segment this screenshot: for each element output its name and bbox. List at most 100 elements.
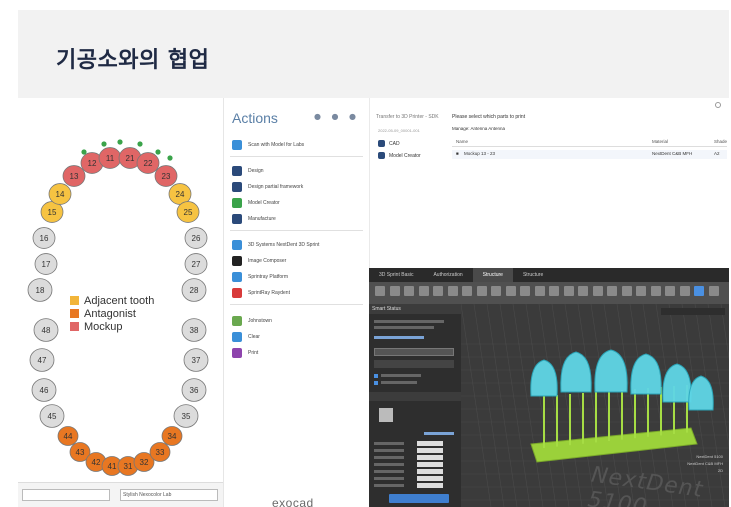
side-link-line[interactable] xyxy=(374,336,424,339)
action-item[interactable]: Model Creator xyxy=(232,196,280,210)
sprint-apply-button[interactable] xyxy=(389,494,449,503)
tooth-26[interactable]: 26 xyxy=(184,227,208,249)
row-checkbox[interactable]: ■ xyxy=(456,151,459,156)
tab-authorization[interactable]: Authorization xyxy=(423,268,472,282)
tooth-47[interactable]: 47 xyxy=(29,348,55,372)
tooth-number: 16 xyxy=(40,234,49,243)
toolbar-tool-icon[interactable] xyxy=(462,286,472,296)
tab-structure-active[interactable]: Structure xyxy=(472,268,513,282)
toolbar-tool-icon[interactable] xyxy=(549,286,559,296)
toolbar-tool-icon[interactable] xyxy=(491,286,501,296)
left-item-model-creator[interactable]: Model Creator xyxy=(378,152,421,159)
toolbar-tool-icon[interactable] xyxy=(389,286,400,296)
printer-info-name: NextDent 5100 xyxy=(696,454,723,459)
toolbar-tool-icon[interactable] xyxy=(665,286,675,296)
side-subtabs[interactable] xyxy=(369,392,461,401)
action-item[interactable]: Image Composer xyxy=(232,254,286,268)
model-creator-icon xyxy=(378,152,385,159)
side-check-label xyxy=(381,381,417,384)
tooth-28[interactable]: 28 xyxy=(181,278,207,302)
action-item[interactable]: Clear xyxy=(232,330,260,344)
tooth-48[interactable]: 48 xyxy=(33,318,59,342)
tooth-37[interactable]: 37 xyxy=(183,348,209,372)
tooth-46[interactable]: 46 xyxy=(31,378,57,402)
tooth-23[interactable]: 23 xyxy=(154,165,178,187)
tooth-35[interactable]: 35 xyxy=(173,404,199,428)
actions-toolbar-icons[interactable]: ● ● ● xyxy=(314,112,360,121)
side-thumbnail[interactable] xyxy=(379,408,393,422)
tooth-22[interactable]: 22 xyxy=(136,152,160,174)
tab-structure[interactable]: Structure xyxy=(513,268,553,282)
toolbar-tool-icon[interactable] xyxy=(505,286,516,296)
toolbar-tool-icon[interactable] xyxy=(534,286,545,296)
side-field-input[interactable] xyxy=(417,476,443,481)
side-field-input[interactable] xyxy=(417,469,443,474)
sprint-toolbar xyxy=(369,282,729,304)
tooth-17[interactable]: 17 xyxy=(34,253,58,275)
action-item[interactable]: Sprintray Platform xyxy=(232,270,288,284)
side-field-input[interactable] xyxy=(417,441,443,446)
toolbar-tool-icon[interactable] xyxy=(621,286,632,296)
dental-crown xyxy=(530,359,558,397)
side-dropdown[interactable] xyxy=(374,348,454,356)
toolbar-tool-icon[interactable] xyxy=(375,286,385,296)
tab-sprint-basic[interactable]: 3D Sprint Basic xyxy=(369,268,423,282)
toolbar-tool-icon[interactable] xyxy=(636,286,646,296)
toolbar-tool-icon[interactable] xyxy=(708,286,719,296)
tooth-14[interactable]: 14 xyxy=(48,183,72,205)
sprint-3d-viewport[interactable]: NextDent 5100 NextDent 5100 NextDent C&B… xyxy=(460,303,729,507)
action-item[interactable]: Manufacture xyxy=(232,212,276,226)
left-item-cad[interactable]: CAD xyxy=(378,140,400,147)
action-icon xyxy=(232,332,242,342)
toolbar-tool-icon[interactable] xyxy=(563,286,574,296)
side-checkbox[interactable] xyxy=(374,381,378,385)
tooth-27[interactable]: 27 xyxy=(184,253,208,275)
action-item[interactable]: Johnstown xyxy=(232,314,272,328)
refresh-icon[interactable] xyxy=(715,102,721,108)
tooth-34[interactable]: 34 xyxy=(161,426,183,446)
action-label: SprintRay Raydent xyxy=(248,290,290,296)
tooth-16[interactable]: 16 xyxy=(32,227,56,249)
print-manage[interactable]: Manage: Antenna Antenna xyxy=(452,126,505,131)
toolbar-tool-icon[interactable] xyxy=(418,286,429,296)
tooth-36[interactable]: 36 xyxy=(181,378,207,402)
side-checkbox[interactable] xyxy=(374,374,378,378)
tooth-33[interactable]: 33 xyxy=(149,442,171,462)
side-field-input[interactable] xyxy=(417,455,443,460)
toolbar-tool-icon[interactable] xyxy=(578,286,588,296)
action-item[interactable]: Scan with Model for Labs xyxy=(232,138,304,152)
grid-line xyxy=(499,303,531,507)
tooth-11[interactable]: 11 xyxy=(98,147,122,169)
toolbar-tool-icon[interactable] xyxy=(694,286,704,296)
toolbar-tool-icon[interactable] xyxy=(433,286,443,296)
toolbar-tool-icon[interactable] xyxy=(679,286,690,296)
action-icon xyxy=(232,198,242,208)
side-field-input[interactable] xyxy=(417,448,443,453)
toolbar-tool-icon[interactable] xyxy=(404,286,414,296)
action-item[interactable]: Print xyxy=(232,346,258,360)
side-link-line[interactable] xyxy=(424,432,454,435)
action-label: Design partial framework xyxy=(248,184,304,190)
action-item[interactable]: Design partial framework xyxy=(232,180,303,194)
tooth-45[interactable]: 45 xyxy=(39,404,65,428)
toolbar-tool-icon[interactable] xyxy=(650,286,661,296)
side-field-input[interactable] xyxy=(417,462,443,467)
action-label: Model Creator xyxy=(248,200,280,206)
bottom-field-right[interactable]: Stylish Nexocolor Lab xyxy=(120,489,218,501)
toolbar-tool-icon[interactable] xyxy=(476,286,487,296)
table-row[interactable]: ■ Mockup 13 - 23 NextDent C&B MFH A2 xyxy=(452,150,727,159)
tooth-25[interactable]: 25 xyxy=(176,201,200,223)
toolbar-tool-icon[interactable] xyxy=(520,286,530,296)
action-item[interactable]: 3D Systems NextDent 3D Sprint xyxy=(232,238,319,252)
toolbar-tool-icon[interactable] xyxy=(607,286,617,296)
tooth-44[interactable]: 44 xyxy=(57,426,79,446)
tooth-18[interactable]: 18 xyxy=(27,278,53,302)
bottom-field-left[interactable] xyxy=(22,489,110,501)
tooth-38[interactable]: 38 xyxy=(181,318,207,342)
toolbar-tool-icon[interactable] xyxy=(592,286,603,296)
side-field-input[interactable] xyxy=(417,483,443,488)
tooth-13[interactable]: 13 xyxy=(62,165,86,187)
toolbar-tool-icon[interactable] xyxy=(447,286,458,296)
action-item[interactable]: Design xyxy=(232,164,264,178)
action-item[interactable]: SprintRay Raydent xyxy=(232,286,290,300)
